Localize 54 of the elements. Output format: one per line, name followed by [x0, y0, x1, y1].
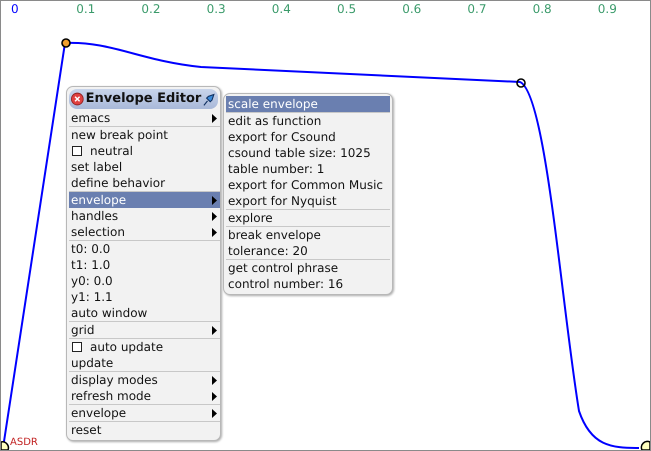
menu-item[interactable]: auto update: [69, 339, 220, 355]
menu-item[interactable]: grid: [69, 322, 220, 338]
menu-item[interactable]: export for Common Music: [226, 177, 390, 193]
menu-item[interactable]: y1: 1.1: [69, 289, 220, 305]
submenu-arrow-icon: [212, 114, 217, 122]
menu-item[interactable]: scale envelope: [226, 96, 390, 112]
menu-item[interactable]: display modes: [69, 372, 220, 388]
menu-item[interactable]: envelope: [69, 192, 220, 208]
menu-item[interactable]: update: [69, 355, 220, 371]
menu-item[interactable]: t0: 0.0: [69, 241, 220, 257]
menu-item[interactable]: emacs: [69, 110, 220, 126]
ruler-label: 0.8: [532, 2, 552, 16]
breakpoint-handle[interactable]: [61, 38, 71, 48]
close-icon[interactable]: [71, 92, 84, 106]
envelope-label: ASDR: [10, 437, 38, 448]
checkbox[interactable]: [72, 146, 82, 156]
ruler-label: 0.3: [206, 2, 226, 16]
menu-item[interactable]: refresh mode: [69, 388, 220, 404]
menu-item[interactable]: selection: [69, 224, 220, 240]
menu-item[interactable]: csound table size: 1025: [226, 145, 390, 161]
ruler-label: 0.5: [337, 2, 356, 16]
ruler-label: 0: [11, 2, 19, 16]
menu-item[interactable]: t1: 1.0: [69, 257, 220, 273]
menu-item[interactable]: y0: 0.0: [69, 273, 220, 289]
menu-item[interactable]: control number: 16: [226, 276, 390, 292]
menu-item[interactable]: auto window: [69, 305, 220, 321]
menu-item[interactable]: export for Csound: [226, 129, 390, 145]
menu-item[interactable]: tolerance: 20: [226, 243, 390, 259]
menu-item[interactable]: envelope: [69, 405, 220, 421]
pin-icon[interactable]: [203, 92, 216, 106]
ruler-label: 0.2: [141, 2, 160, 16]
breakpoint-handle[interactable]: [1, 441, 10, 450]
breakpoint-handle[interactable]: [640, 440, 650, 450]
menu-item[interactable]: set label: [69, 159, 220, 175]
breakpoint-handle[interactable]: [516, 78, 526, 88]
ruler-label: 0.7: [467, 2, 486, 16]
menu-item[interactable]: table number: 1: [226, 161, 390, 177]
menu-item[interactable]: explore: [226, 210, 390, 226]
menu-item[interactable]: new break point: [69, 127, 220, 143]
menu-item[interactable]: get control phrase: [226, 260, 390, 276]
menu-item[interactable]: reset: [69, 422, 220, 438]
ruler-label: 0.9: [598, 2, 617, 16]
checkbox[interactable]: [72, 342, 82, 352]
menu-item[interactable]: handles: [69, 208, 220, 224]
submenu-arrow-icon: [212, 326, 217, 334]
menu-title: Envelope Editor: [86, 91, 202, 107]
menu-item[interactable]: define behavior: [69, 175, 220, 191]
ruler-label: 0.4: [272, 2, 291, 16]
menu-item[interactable]: break envelope: [226, 227, 390, 243]
menu-item[interactable]: neutral: [69, 143, 220, 159]
menu-item[interactable]: export for Nyquist: [226, 193, 390, 209]
ruler-label: 0.1: [76, 2, 96, 16]
ruler-label: 0.6: [402, 2, 422, 16]
menu-item[interactable]: edit as function: [226, 113, 390, 129]
